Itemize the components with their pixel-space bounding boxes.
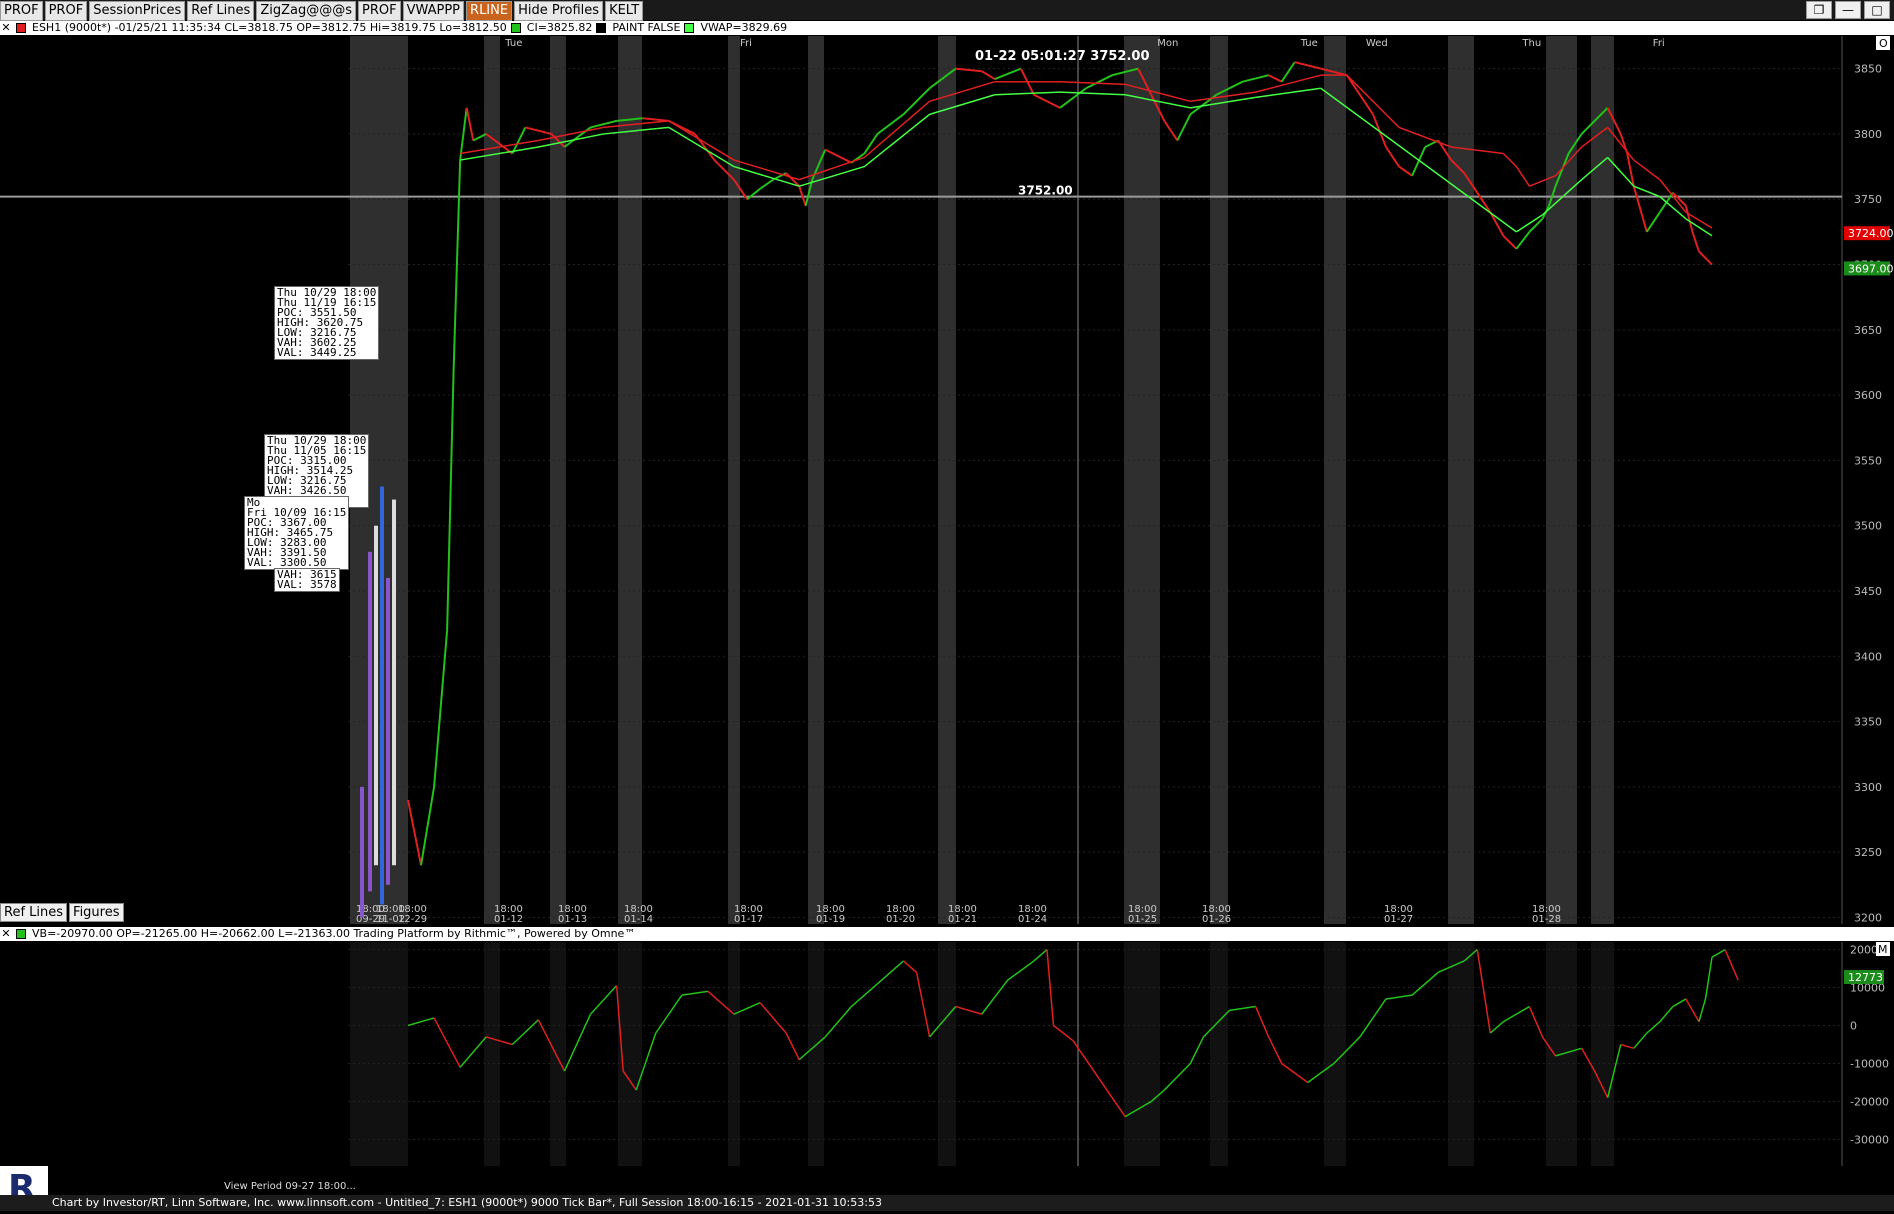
indicator-tick-label: -20000: [1850, 1095, 1889, 1108]
crosshair-label: 01-22 05:01:27 3752.00: [975, 49, 1150, 64]
price-tick-label: 3750: [1854, 193, 1882, 206]
volume-profile-bar: [360, 786, 364, 918]
reference-hline-label: 3752.00: [1018, 184, 1073, 198]
volume-profile-bar: [386, 577, 390, 885]
x-tick-date: 01-28: [1532, 914, 1561, 925]
session-shade: [728, 36, 740, 924]
day-label: Wed: [1366, 38, 1388, 49]
profile-box-4: VAH: 3615 VAL: 3578: [274, 568, 340, 592]
profile-line: VAL: 3449.25: [277, 346, 357, 359]
day-label: Thu: [1521, 38, 1541, 49]
session-shade: [1448, 942, 1474, 1166]
legend-swatch-vb: [16, 927, 28, 941]
price-tick-label: 3450: [1854, 585, 1882, 598]
x-tick-date: 01-21: [948, 914, 977, 925]
volume-profile-bar: [368, 551, 372, 892]
x-tick-date: 01-12: [494, 914, 523, 925]
volume-profile-bar: [380, 486, 384, 905]
tab-figures[interactable]: Figures: [69, 903, 124, 922]
x-tick-date: 01-25: [1128, 914, 1157, 925]
price-tick-label: 3650: [1854, 324, 1882, 337]
price-tick-label: 3400: [1854, 650, 1882, 663]
indicator-value-tag: 12773: [1848, 971, 1883, 984]
session-shade: [550, 36, 566, 924]
volume-profile-bar: [374, 525, 378, 866]
session-shade: [938, 942, 956, 1166]
x-tick-date: 01-19: [816, 914, 845, 925]
day-label: Mon: [1157, 38, 1178, 49]
session-shade: [1324, 36, 1346, 924]
session-shade: [550, 942, 566, 1166]
indicator-info: VB=-20970.00 OP=-21265.00 H=-20662.00 L=…: [32, 927, 636, 940]
x-tick-date: 01-26: [1202, 914, 1231, 925]
indicator-panel-header: ✕ VB=-20970.00 OP=-21265.00 H=-20662.00 …: [0, 927, 1894, 941]
x-tick-date: 01-13: [558, 914, 587, 925]
price-tick-label: 3800: [1854, 128, 1882, 141]
status-text: Chart by Investor/RT, Linn Software, Inc…: [52, 1196, 882, 1209]
x-tick-date: 12-29: [398, 914, 427, 925]
session-shade: [484, 942, 500, 1166]
bottom-tabs: Ref Lines Figures: [0, 903, 124, 922]
indicator-tick-label: -10000: [1850, 1057, 1889, 1070]
day-label: Tue: [504, 38, 522, 49]
volume-profile-bar: [392, 499, 396, 866]
day-label: Fri: [740, 38, 752, 49]
session-shade: [1124, 36, 1160, 924]
price-tick-label: 3850: [1854, 63, 1882, 76]
indicator-tick-label: -30000: [1850, 1133, 1889, 1146]
indicator-tick-label: 0: [1850, 1020, 1857, 1033]
profile-line: VAL: 3578: [277, 578, 337, 591]
x-tick-date: 01-24: [1018, 914, 1047, 925]
tab-ref-lines[interactable]: Ref Lines: [0, 903, 68, 922]
price-tick-label: 3350: [1854, 716, 1882, 729]
x-tick-date: 01-20: [886, 914, 915, 925]
x-tick-date: 01-14: [624, 914, 653, 925]
corner-button-m: M: [1878, 943, 1888, 956]
session-shade: [1210, 36, 1228, 924]
day-label: Tue: [1300, 38, 1318, 49]
view-period-label: View Period 09-27 18:00...: [224, 1181, 356, 1192]
session-shade: [1124, 942, 1160, 1166]
corner-button-o: O: [1879, 37, 1888, 50]
status-bar: Chart by Investor/RT, Linn Software, Inc…: [0, 1195, 1894, 1211]
session-shade: [350, 942, 408, 1166]
session-shade: [1591, 942, 1614, 1166]
profile-box-1: Thu 10/29 18:00 Thu 11/19 16:15 POC: 3551.…: [274, 286, 380, 360]
price-tick-label: 3250: [1854, 846, 1882, 859]
x-tick-date: 01-17: [734, 914, 763, 925]
session-shade: [484, 36, 500, 924]
close-indicator-icon[interactable]: ✕: [0, 927, 12, 941]
session-shade: [808, 942, 824, 1166]
session-shade: [728, 942, 740, 1166]
session-shade: [1210, 942, 1228, 1166]
session-shade: [618, 36, 642, 924]
x-tick-date: 01-27: [1384, 914, 1413, 925]
price-tick-label: 3500: [1854, 520, 1882, 533]
price-tag: 3724.00: [1848, 227, 1894, 240]
price-tick-label: 3200: [1854, 911, 1882, 924]
day-label: Fri: [1653, 38, 1665, 49]
price-tag: 3697.00: [1848, 262, 1894, 275]
price-tick-label: 3600: [1854, 389, 1882, 402]
price-tick-label: 3550: [1854, 454, 1882, 467]
profile-line: VAL: 3300.50: [247, 556, 327, 569]
session-shade: [938, 36, 956, 924]
price-tick-label: 3300: [1854, 781, 1882, 794]
profile-box-3: Mo Fri 10/09 16:15 POC: 3367.00 HIGH: 3465.…: [244, 496, 350, 570]
